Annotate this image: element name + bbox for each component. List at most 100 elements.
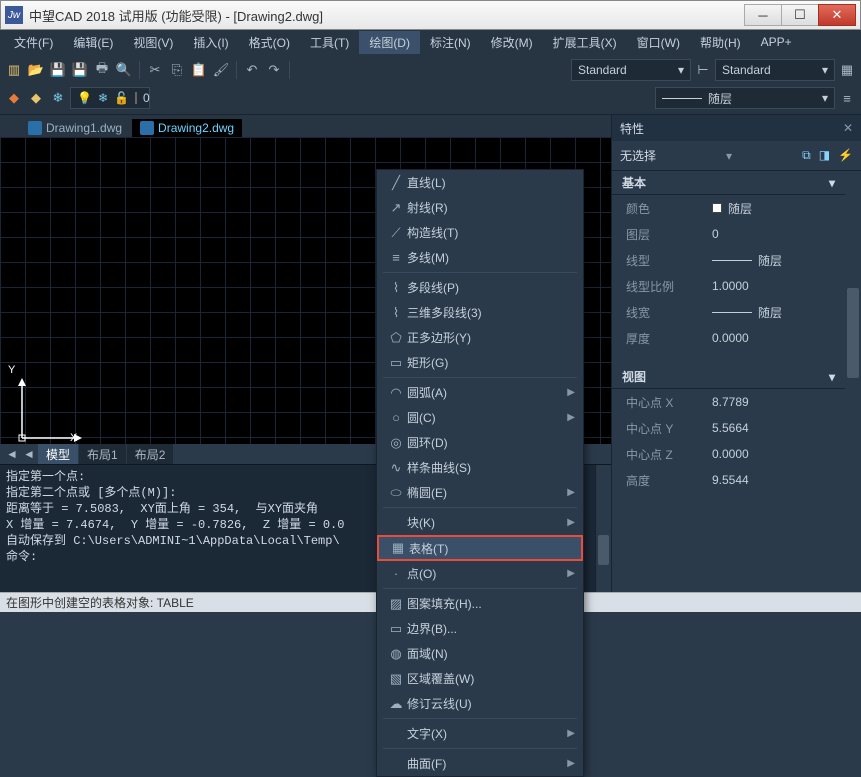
menu-separator <box>383 507 577 508</box>
selection-row[interactable]: 无选择 ▾ ⧉ ◨ ⚡ <box>612 141 861 171</box>
menu-item[interactable]: 修改(M) <box>481 31 543 54</box>
menu-item[interactable]: ⟋构造线(T) <box>377 220 583 245</box>
section-header[interactable]: 基本▾ <box>612 171 845 195</box>
layer-dropdown[interactable]: 💡❄🔓 0 <box>70 87 150 109</box>
select-objects-icon[interactable]: ◨ <box>819 148 830 163</box>
menu-item[interactable]: ⌇三维多段线(3) <box>377 300 583 325</box>
standard-style-dropdown[interactable]: Standard▾ <box>571 59 691 81</box>
copy-icon[interactable]: ⎘ <box>167 60 187 80</box>
toggle-pickadd-icon[interactable]: ⚡ <box>838 148 853 163</box>
quick-select-icon[interactable]: ⧉ <box>802 148 811 163</box>
menu-item[interactable]: 文字(X)▶ <box>377 721 583 746</box>
menu-item[interactable]: 编辑(E) <box>63 31 123 54</box>
property-row[interactable]: 高度9.5544 <box>612 467 845 493</box>
property-row[interactable]: 厚度0.0000 <box>612 325 845 351</box>
cmd-scrollbar[interactable] <box>595 465 611 592</box>
table-style-icon[interactable]: ▦ <box>837 60 857 80</box>
saveall-icon[interactable]: 💾 <box>70 60 90 80</box>
dimstyle-value: Standard <box>722 63 771 77</box>
close-button[interactable]: ✕ <box>818 4 856 26</box>
document-tab[interactable]: Drawing2.dwg <box>132 119 242 137</box>
matchprop-icon[interactable]: 🖌 <box>211 60 231 80</box>
menu-item[interactable]: ◠圆弧(A)▶ <box>377 380 583 405</box>
property-row[interactable]: 线型随层 <box>612 247 845 273</box>
menu-item[interactable]: 扩展工具(X) <box>543 31 627 54</box>
scroll-thumb[interactable] <box>598 535 609 565</box>
prop-value: 随层 <box>758 304 782 321</box>
new-icon[interactable]: ▥ <box>4 60 24 80</box>
property-row[interactable]: 颜色随层 <box>612 195 845 221</box>
menu-item[interactable]: ⌇多段线(P) <box>377 275 583 300</box>
property-row[interactable]: 中心点 Z0.0000 <box>612 441 845 467</box>
menu-item[interactable]: ∿样条曲线(S) <box>377 455 583 480</box>
redo-icon[interactable]: ↷ <box>264 60 284 80</box>
scroll-arrow[interactable]: ◄ <box>21 447 37 461</box>
menu-item[interactable]: 标注(N) <box>420 31 481 54</box>
menu-item[interactable]: ☁修订云线(U) <box>377 691 583 716</box>
paste-icon[interactable]: 📋 <box>189 60 209 80</box>
dim-style-dropdown[interactable]: Standard▾ <box>715 59 835 81</box>
layout-tab[interactable]: 模型 <box>38 444 78 465</box>
menu-item[interactable]: ▧区域覆盖(W) <box>377 666 583 691</box>
collapse-icon[interactable]: ▾ <box>829 370 835 384</box>
window-titlebar: Jw 中望CAD 2018 试用版 (功能受限) - [Drawing2.dwg… <box>0 0 861 30</box>
print-icon[interactable]: 🖶 <box>92 60 112 80</box>
menu-item[interactable]: 工具(T) <box>300 31 359 54</box>
menu-item[interactable]: ▨图案填充(H)... <box>377 591 583 616</box>
menu-item[interactable]: 格式(O) <box>239 31 300 54</box>
property-row[interactable]: 图层0 <box>612 221 845 247</box>
menu-item-icon: ▧ <box>385 671 407 687</box>
menu-item-icon: ▦ <box>387 540 409 556</box>
menu-item[interactable]: ◎圆环(D) <box>377 430 583 455</box>
menu-item[interactable]: 插入(I) <box>183 31 238 54</box>
dim-icon[interactable]: ⊢ <box>693 60 713 80</box>
scroll-arrow[interactable]: ◄ <box>4 447 20 461</box>
menu-item[interactable]: ·点(O)▶ <box>377 561 583 586</box>
menu-item[interactable]: ≡多线(M) <box>377 245 583 270</box>
menu-item[interactable]: ⬭椭圆(E)▶ <box>377 480 583 505</box>
panel-close-icon[interactable]: ✕ <box>843 121 853 135</box>
menu-item[interactable]: ⬠正多边形(Y) <box>377 325 583 350</box>
bylayer-dropdown[interactable]: 随层▾ <box>655 87 835 109</box>
menu-item[interactable]: ▦表格(T) <box>377 535 583 561</box>
submenu-arrow-icon: ▶ <box>567 517 575 528</box>
panel-scrollbar[interactable] <box>845 284 861 572</box>
menu-item-label: 表格(T) <box>409 540 573 557</box>
linetype-icon[interactable]: ≡ <box>837 88 857 108</box>
scroll-thumb[interactable] <box>847 288 859 378</box>
undo-icon[interactable]: ↶ <box>242 60 262 80</box>
section-header[interactable]: 视图▾ <box>612 365 845 389</box>
property-row[interactable]: 中心点 Y5.5664 <box>612 415 845 441</box>
minimize-button[interactable]: ─ <box>744 4 782 26</box>
layout-tab[interactable]: 布局2 <box>127 444 174 465</box>
layer-freeze-icon[interactable]: ❄ <box>48 88 68 108</box>
layer-state-icon[interactable]: ◆ <box>26 88 46 108</box>
property-row[interactable]: 线宽随层 <box>612 299 845 325</box>
menu-item[interactable]: 曲面(F)▶ <box>377 751 583 776</box>
menu-item[interactable]: ○圆(C)▶ <box>377 405 583 430</box>
layer-icon[interactable]: ◆ <box>4 88 24 108</box>
menu-item[interactable]: ↗射线(R) <box>377 195 583 220</box>
axis-y-label: Y <box>8 364 15 376</box>
menu-item[interactable]: APP+ <box>751 32 802 52</box>
open-icon[interactable]: 📂 <box>26 60 46 80</box>
save-icon[interactable]: 💾 <box>48 60 68 80</box>
maximize-button[interactable]: ☐ <box>781 4 819 26</box>
preview-icon[interactable]: 🔍 <box>114 60 134 80</box>
cut-icon[interactable]: ✂ <box>145 60 165 80</box>
menu-item[interactable]: 窗口(W) <box>627 31 690 54</box>
collapse-icon[interactable]: ▾ <box>829 176 835 190</box>
menu-item[interactable]: ▭边界(B)... <box>377 616 583 641</box>
menu-item[interactable]: 绘图(D) <box>359 31 420 54</box>
menu-item[interactable]: 块(K)▶ <box>377 510 583 535</box>
menu-item[interactable]: 帮助(H) <box>690 31 751 54</box>
menu-item[interactable]: ▭矩形(G) <box>377 350 583 375</box>
menu-item[interactable]: 视图(V) <box>123 31 183 54</box>
menu-item[interactable]: ◍面域(N) <box>377 641 583 666</box>
menu-item[interactable]: 文件(F) <box>4 31 63 54</box>
menu-item[interactable]: ╱直线(L) <box>377 170 583 195</box>
layout-tab[interactable]: 布局1 <box>79 444 126 465</box>
document-tab[interactable]: Drawing1.dwg <box>20 119 130 137</box>
property-row[interactable]: 线型比例1.0000 <box>612 273 845 299</box>
property-row[interactable]: 中心点 X8.7789 <box>612 389 845 415</box>
